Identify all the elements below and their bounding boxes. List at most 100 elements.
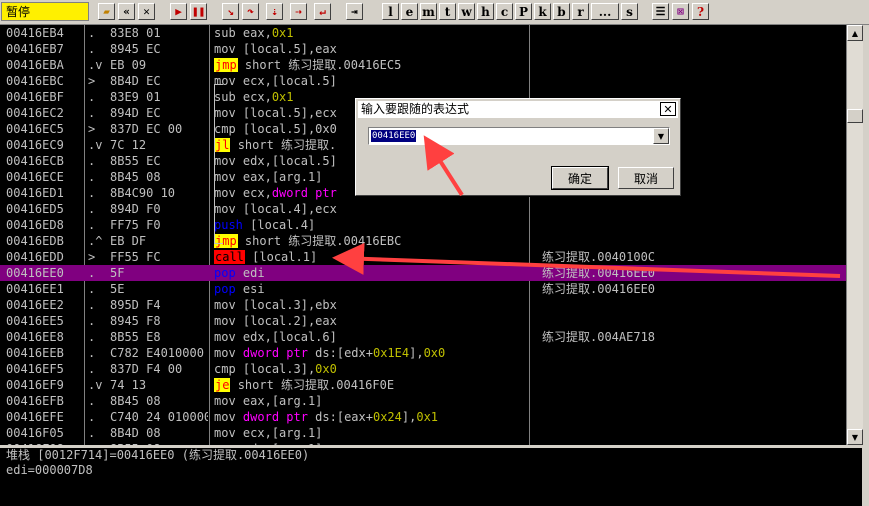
step-over-icon[interactable]: ↷ [242,3,259,20]
toolbar-letter-r[interactable]: r [572,3,589,20]
toolbar-letter-e[interactable]: e [401,3,418,20]
expression-value[interactable]: 00416EE0 [371,130,417,142]
rewind-icon[interactable]: « [118,3,135,20]
row-operand: [local.1] [252,250,318,264]
expression-input[interactable]: 00416EE0 ▼ [368,127,670,145]
goto-icon[interactable]: ⇥ [346,3,363,20]
toolbar-letter-c[interactable]: c [496,3,513,20]
table-row[interactable]: 00416EDD > FF55 FC call [local.1] 练习提取.00401… [0,249,846,265]
table-row[interactable]: 00416EBA .v EB 09 jmp short 练习提取.00416EC5 [0,57,846,73]
trace-over-icon[interactable]: ⇢ [290,3,307,20]
row-marker: > [88,122,96,136]
close-icon[interactable]: ✕ [138,3,155,20]
row-operand: [local.3], [242,362,316,376]
row-operand: 0x0 [423,346,446,360]
row-hex: C740 24 01000000 [110,410,208,424]
table-row[interactable]: 00416EB7. 8945 EC mov [local.5],eax [0,41,846,57]
row-operand: ecx, [242,186,272,200]
row-asm: mov dword ptr ds:[edx+0x1E4],0x0 [214,345,526,361]
row-comment [542,361,842,377]
cancel-button[interactable]: 取消 [618,167,674,189]
toolbar-letter-P[interactable]: P [515,3,532,20]
row-mnemonic: mov [214,314,236,328]
row-comment [542,233,842,249]
table-row[interactable]: 00416EE1. 5E pop esi 练习提取.00416EE0 [0,281,846,297]
pause-icon[interactable]: ❚❚ [190,3,207,20]
toolbar-letter-w[interactable]: w [458,3,475,20]
row-marker: . [88,330,96,344]
table-row[interactable]: 00416EE5. 8945 F8 mov [local.2],eax [0,313,846,329]
ok-button[interactable]: 确定 [551,166,609,190]
table-row[interactable]: 00416ED8. FF75 F0 push [local.4] [0,217,846,233]
toolbar-letter-m[interactable]: m [420,3,437,20]
table-row[interactable]: 00416EFB. 8B45 08 mov eax,[arg.1] [0,393,846,409]
row-marker: . [88,106,96,120]
row-mnemonic: mov [214,298,236,312]
info-pane: 堆栈 [0012F714]=00416EE0 (练习提取.00416EE0) e… [0,448,862,506]
run-icon[interactable]: ▶ [170,3,187,20]
table-row[interactable]: 00416EBC >8B4D EC mov ecx,[local.5] [0,73,846,89]
row-address: 00416ECB [6,154,64,168]
disassembly-pane[interactable]: 00416EB4. 83E8 01 sub eax,0x1 00416EB7. 8945… [0,25,846,445]
row-asm: cmp [local.3],0x0 [214,361,526,377]
table-row[interactable]: 00416EDB .^ EB DF jmp short 练习提取.00416EBC [0,233,846,249]
row-address: 00416EC5 [6,122,64,136]
toolbar-letter-h[interactable]: h [477,3,494,20]
list-icon[interactable]: ☰ [652,3,669,20]
vertical-scrollbar[interactable]: ▲ ▼ [846,25,863,445]
table-row[interactable]: 00416EB4. 83E8 01 sub eax,0x1 [0,25,846,41]
toolbar-letter-k[interactable]: k [534,3,551,20]
info-line-register: edi=000007D8 [6,463,93,477]
table-row[interactable]: 00416ED5. 894D F0 mov [local.4],ecx [0,201,846,217]
table-row[interactable]: 00416F05. 8B4D 08 mov ecx,[arg.1] [0,425,846,441]
row-address: 00416ED5 [6,202,64,216]
row-address: 00416EFE [6,410,64,424]
row-address: 00416EE1 [6,282,64,296]
row-mnemonic: mov [214,394,236,408]
toolbar-letter-b[interactable]: b [553,3,570,20]
table-row[interactable]: 00416EE8. 8B55 E8 mov edx,[local.6] 练习提取.00… [0,329,846,345]
execute-till-return-icon[interactable]: ↵ [314,3,331,20]
row-address: 00416EF5 [6,362,64,376]
row-operand: [local.5],ecx [242,106,337,120]
toolbar-letter-s[interactable]: s [621,3,638,20]
grid-icon[interactable]: ⊠ [672,3,689,20]
scroll-down-icon[interactable]: ▼ [847,429,863,445]
row-hex: 5E [110,282,125,296]
row-marker: . [88,90,96,104]
row-mnemonic: call [214,250,245,264]
table-row[interactable]: 00416EFE. C740 24 01000000 mov dword ptr d… [0,409,846,425]
row-address: 00416EE2 [6,298,64,312]
table-row[interactable]: 00416EE2. 895D F4 mov [local.3],ebx [0,297,846,313]
table-row[interactable]: 00416EF5. 837D F4 00 cmp [local.3],0x0 [0,361,846,377]
row-hex: 837D EC 00 [110,122,183,136]
toolbar-letter-more[interactable]: ... [591,3,619,20]
row-address: 00416ED8 [6,218,64,232]
table-row[interactable]: 00416EF9 .v 74 13 je short 练习提取.00416F0E [0,377,846,393]
toolbar-letter-l[interactable]: l [382,3,399,20]
row-marker: . [88,362,96,376]
row-hex: 895D F4 [110,298,161,312]
row-marker: . [88,346,96,360]
help-button[interactable]: ? [692,3,709,20]
row-asm: pop edi [214,265,526,281]
scrollbar-thumb[interactable] [847,109,863,123]
row-operand: [local.5],eax [242,42,337,56]
row-address: 00416EBC [6,74,64,88]
row-operand: short 练习提取.00416EC5 [244,58,402,72]
scroll-up-icon[interactable]: ▲ [847,25,863,41]
row-operand: edx,[local.6] [242,330,337,344]
row-hex: 83E8 01 [110,26,161,40]
toolbar: 暂停 ▰ « ✕ ▶ ❚❚ ↘ ↷ ⇣ ⇢ ↵ ⇥ l e m t w h c … [0,0,869,25]
row-hex: 8B45 08 [110,170,161,184]
table-row[interactable]: 00416EEB. C782 E4010000 mov dword ptr ds:[… [0,345,846,361]
row-marker: . [88,266,96,280]
trace-into-icon[interactable]: ⇣ [266,3,283,20]
toolbar-letter-t[interactable]: t [439,3,456,20]
table-row[interactable]: 00416EE0. 5F pop edi 练习提取.00416EE0 [0,265,846,281]
chevron-down-icon[interactable]: ▼ [653,128,669,144]
close-icon[interactable]: ✕ [660,102,676,116]
row-comment [542,57,842,73]
folder-open-icon[interactable]: ▰ [98,3,115,20]
step-into-icon[interactable]: ↘ [222,3,239,20]
